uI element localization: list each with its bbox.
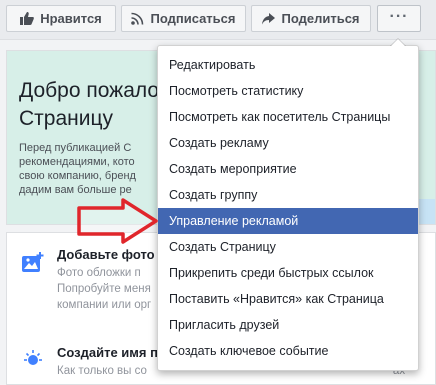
menu-item-like-as-page[interactable]: Поставить «Нравится» как Страница xyxy=(158,286,418,312)
more-options-menu: Редактировать Посмотреть статистику Посм… xyxy=(157,38,419,371)
add-photo-icon xyxy=(22,252,44,272)
more-options-button[interactable]: ··· xyxy=(377,5,421,32)
menu-item-view-as-visitor[interactable]: Посмотреть как посетитель Страницы xyxy=(158,104,418,130)
share-button-label: Поделиться xyxy=(281,11,360,26)
menu-item-edit[interactable]: Редактировать xyxy=(158,52,418,78)
menu-item-manage-ads[interactable]: Управление рекламой xyxy=(158,208,418,234)
annotation-arrow-icon xyxy=(77,198,158,244)
menu-item-invite-friends[interactable]: Пригласить друзей xyxy=(158,312,418,338)
more-dots-icon: ··· xyxy=(389,7,409,25)
like-button-label: Нравится xyxy=(40,11,102,26)
menu-item-create-group[interactable]: Создать группу xyxy=(158,182,418,208)
task-title: Создайте имя п xyxy=(57,345,158,360)
menu-item-create-milestone[interactable]: Создать ключевое событие xyxy=(158,338,418,364)
follow-button[interactable]: Подписаться xyxy=(121,5,246,32)
page-action-bar: Нравится Подписаться Поделиться ··· xyxy=(0,0,436,40)
share-button[interactable]: Поделиться xyxy=(251,5,371,32)
lightbulb-icon xyxy=(24,350,42,365)
menu-item-create-ad[interactable]: Создать рекламу xyxy=(158,130,418,156)
menu-item-view-insights[interactable]: Посмотреть статистику xyxy=(158,78,418,104)
thumbs-up-icon xyxy=(20,12,35,25)
menu-item-pin-to-shortcuts[interactable]: Прикрепить среди быстрых ссылок xyxy=(158,260,418,286)
task-title: Добавьте фото о xyxy=(57,247,167,262)
rss-icon xyxy=(131,12,144,25)
share-arrow-icon xyxy=(262,12,276,24)
menu-item-create-page[interactable]: Создать Страницу xyxy=(158,234,418,260)
menu-item-create-event[interactable]: Создать мероприятие xyxy=(158,156,418,182)
like-button[interactable]: Нравится xyxy=(6,5,116,32)
follow-button-label: Подписаться xyxy=(150,11,236,26)
